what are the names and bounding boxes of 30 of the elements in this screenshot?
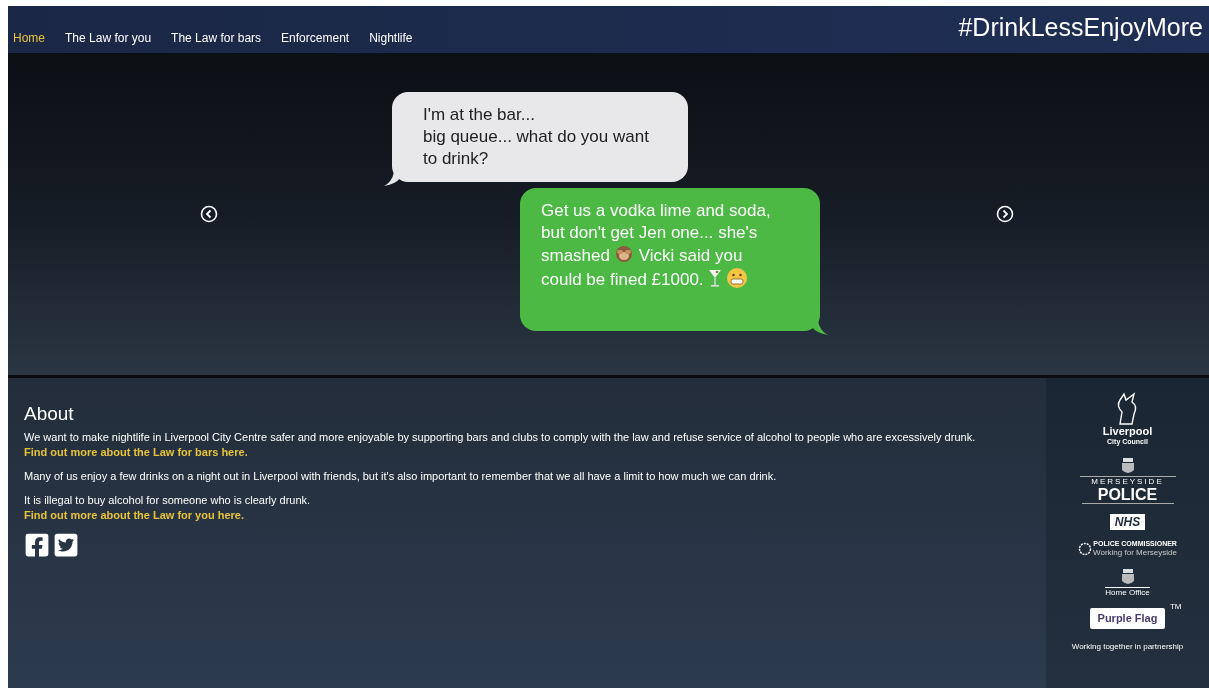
monkey-emoji-icon — [614, 244, 634, 264]
about-paragraph: It is illegal to buy alcohol for someone who is clearly drunk. — [24, 493, 312, 508]
nav-link[interactable]: The Law for you — [65, 28, 152, 47]
partnership-tagline: Working together in partnership — [1071, 641, 1184, 653]
message-text: I'm at the bar... big queue... what do you want to drink? — [423, 104, 650, 170]
hashtag-title: #DrinkLessEnjoyMore — [958, 11, 1203, 43]
nav-link[interactable]: Enforcement — [281, 28, 350, 47]
about-link[interactable]: Find out more about the Law for you here. — [24, 509, 244, 521]
about-heading: About — [24, 402, 75, 426]
about-paragraph: We want to make nightlife in Liverpool City Centre safer and more enjoyable by supporting bars and clubs to comply with the law and refuse service of alcohol to people who are excessively drunk. — [24, 430, 977, 445]
grimacing-emoji-icon — [725, 267, 748, 289]
cocktail-glass-icon — [707, 268, 722, 288]
about-paragraph: Many of us enjoy a few drinks on a night out in Liverpool with friends, but it's also important to remember that we all have a limit to how much we can drink. — [24, 469, 778, 484]
crest-icon — [1119, 456, 1136, 476]
about-link[interactable]: Find out more about the Law for bars here. — [24, 446, 248, 458]
logo-text: POLICE — [1081, 487, 1174, 504]
message-text: Get us a vodka lime and soda, but don't get Jen one... she's smashed Vicki said you could be fined £1000. — [541, 200, 772, 291]
nav-link[interactable]: Home — [13, 28, 45, 47]
twitter-icon[interactable] — [53, 532, 79, 558]
nav-link[interactable]: Nightlife — [369, 28, 413, 47]
logo-text: MERSEYSIDE — [1079, 476, 1176, 487]
nav-link[interactable]: The Law for bars — [171, 28, 262, 47]
nhs-logo: NHS — [1109, 514, 1146, 530]
facebook-icon[interactable] — [24, 532, 50, 558]
logo-text: Liverpool — [1102, 426, 1153, 437]
crest-icon — [1119, 567, 1136, 587]
logo-text: Home Office — [1105, 587, 1150, 598]
flag-logo: Purple Flag — [1089, 608, 1166, 629]
logo-text: Working for Merseyside — [1093, 548, 1177, 557]
trademark-text: TM — [1169, 602, 1182, 611]
